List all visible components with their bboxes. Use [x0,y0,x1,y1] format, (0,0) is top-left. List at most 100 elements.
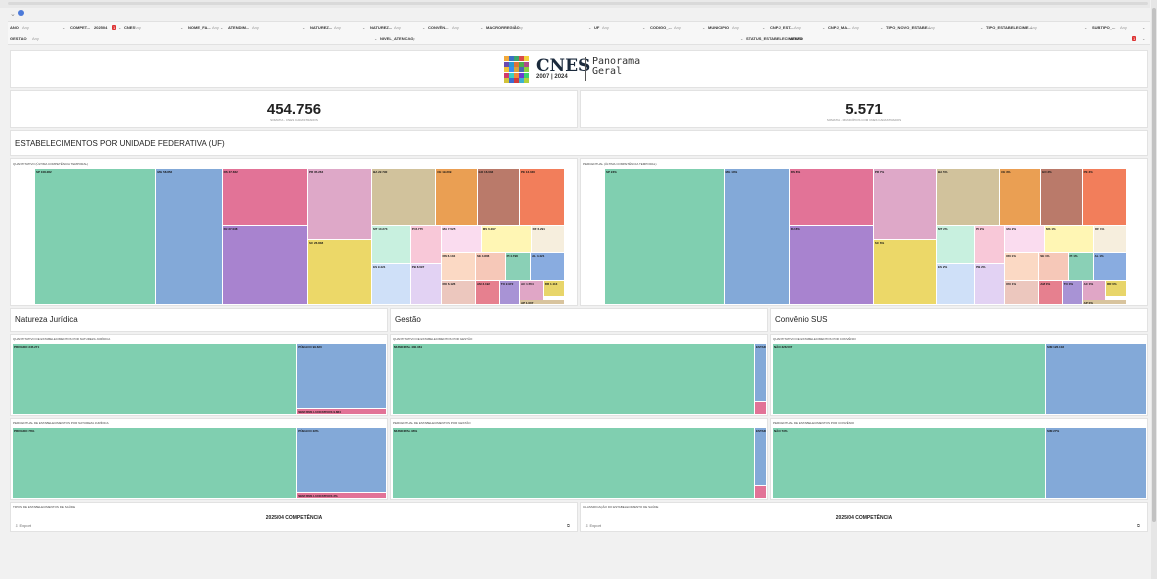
chevron-down-icon[interactable]: ⌄ [62,25,65,30]
chevron-down-icon[interactable]: ⌄ [362,25,365,30]
filter-value[interactable]: Any [928,25,935,30]
treemap-tile[interactable]: RO 1% [1005,280,1040,305]
chevron-down-icon[interactable]: ⌄ [1142,36,1145,41]
expand-icon[interactable]: ⧉ [567,523,570,528]
filter-value[interactable]: Any [732,25,739,30]
chevron-down-icon[interactable]: ⌄ [220,25,223,30]
treemap-tile[interactable]: SE 1% [1039,253,1069,281]
filter-value[interactable]: Any [32,36,39,41]
collapse-chevron-icon[interactable]: ⌄ [10,10,16,18]
treemap-tile[interactable]: AL 4.421 [531,253,565,281]
treemap-tile[interactable]: CE 3% [1000,169,1041,227]
chevron-down-icon[interactable]: ⌄ [740,36,743,41]
filter-value[interactable]: Any [334,25,341,30]
treemap-tile[interactable]: TO 2.972 [499,280,520,305]
filter-value[interactable]: Any [1030,25,1037,30]
treemap-tile[interactable]: BA 22.790 [372,169,437,227]
treemap-tile[interactable]: PRIVADO 76% [13,428,298,499]
treemap-tile[interactable]: TO 0% [1062,280,1083,305]
filter-value[interactable]: Any [674,25,681,30]
treemap-tile[interactable]: SC 26.838 [307,239,373,305]
treemap-tile[interactable] [755,402,767,415]
chevron-down-icon[interactable]: ⌄ [702,25,705,30]
filter-value[interactable]: Any [22,25,29,30]
treemap-tile[interactable]: SEM FINS LUCRATIVOS 2% [297,493,387,499]
treemap-tile[interactable]: MT 10.273 [372,226,411,265]
treemap-tile[interactable]: AM 0% [1039,280,1063,305]
export-label[interactable]: Export [19,523,31,528]
treemap-tile[interactable]: PÚBLICO 99.620 [297,344,387,410]
treemap-tile[interactable]: SE 4.806 [475,253,506,281]
chevron-down-icon[interactable]: ⌄ [980,25,983,30]
treemap-tile[interactable]: AL 1% [1093,253,1127,281]
treemap-tile[interactable]: AP 0% [1082,299,1127,305]
treemap-tile[interactable]: RS 37.662 [222,169,308,227]
treemap-tile[interactable]: GO 16.033 [477,169,520,227]
treemap-tile[interactable]: CE 19.209 [436,169,478,227]
treemap-tile[interactable]: PB 2% [975,264,1006,305]
treemap-tile[interactable]: DF 1% [1094,226,1127,254]
treemap-tile[interactable]: SC 6% [873,239,937,305]
treemap-tile[interactable]: SIM 126.103 [1046,344,1147,415]
filter-value[interactable]: Any [852,25,859,30]
treemap-tile[interactable]: MS 1% [1045,226,1095,254]
chevron-down-icon[interactable]: ⌄ [1142,25,1145,30]
treemap-tile[interactable]: SP 23% [605,169,725,305]
chevron-down-icon[interactable]: ⌄ [588,25,591,30]
filter-value[interactable]: Any [516,25,523,30]
treemap-tile[interactable]: ESTAD. 7.398 [755,344,767,403]
treemap-tile[interactable]: MS 6.297 [481,226,532,254]
export-icon[interactable]: ⇩ Export [15,523,31,528]
treemap-tile[interactable]: PR 7% [873,169,937,240]
treemap-tile[interactable]: ESTAD. 2% [755,428,767,487]
treemap-tile[interactable]: PI 8.775 [410,226,442,265]
filter-value[interactable]: Any [452,25,459,30]
chevron-down-icon[interactable]: ⌄ [302,25,305,30]
treemap-tile[interactable]: NÃO 73% [773,428,1047,499]
filter-value[interactable]: Any [252,25,259,30]
treemap-tile[interactable]: PE 13.046 [519,169,565,227]
treemap-tile[interactable]: PÚBLICO 22% [297,428,387,494]
treemap-tile[interactable]: PE 3% [1082,169,1127,227]
export-icon[interactable]: ⇩ Export [585,523,601,528]
filter-value[interactable]: Any [394,25,401,30]
filter-value[interactable]: Any [794,25,801,30]
treemap-tile[interactable]: MA 7.525 [441,226,482,254]
treemap-tile[interactable]: MG 13% [724,169,790,305]
treemap-tile[interactable]: RN 6.104 [441,253,476,281]
treemap-tile[interactable]: DF 6.291 [531,226,565,254]
chevron-down-icon[interactable]: ⌄ [642,25,645,30]
export-label[interactable]: Export [589,523,601,528]
treemap-tile[interactable]: AP 1.007 [519,299,565,305]
chevron-down-icon[interactable]: ⌄ [480,25,483,30]
filter-value[interactable]: Any [408,36,415,41]
filter-value[interactable]: Any [134,25,141,30]
treemap-tile[interactable]: MG 58.852 [156,169,223,305]
filter-value[interactable]: 202504 [94,25,107,30]
treemap-tile[interactable]: AM 3.192 [475,280,500,305]
treemap-tile[interactable]: NÃO 328.507 [773,344,1047,415]
chevron-down-icon[interactable]: ⌄ [422,25,425,30]
treemap-tile[interactable]: SIM 27% [1046,428,1147,499]
treemap-tile[interactable]: MUNICIPAL 96% [393,428,756,499]
chevron-down-icon[interactable]: ⌄ [880,25,883,30]
treemap-tile[interactable]: RJ 8% [789,226,874,305]
treemap-tile[interactable]: MUNICIPAL 430.361 [393,344,756,415]
treemap-tile[interactable]: ES 2% [936,264,976,305]
treemap-tile[interactable]: MA 2% [1005,226,1046,254]
treemap-tile[interactable]: RO 6.126 [441,280,476,305]
treemap-tile[interactable]: SP 108.282 [35,169,157,305]
treemap-tile[interactable]: PRIVADO 345.271 [13,344,298,415]
treemap-tile[interactable]: RS 8% [789,169,874,227]
treemap-tile[interactable]: PI 1% [1068,253,1094,281]
vertical-scrollbar[interactable] [1151,0,1157,579]
scrollbar-thumb[interactable] [1152,8,1156,522]
chevron-down-icon[interactable]: ⌄ [180,25,183,30]
treemap-tile[interactable]: MT 2% [936,226,976,265]
treemap-tile[interactable]: BA 5% [936,169,1001,227]
treemap-tile[interactable]: RR 0% [1106,280,1127,297]
filter-value[interactable]: ATIVO [790,36,802,41]
chevron-down-icon[interactable]: ⌄ [374,36,377,41]
treemap-tile[interactable]: RR 1.113 [543,280,565,297]
expand-icon[interactable]: ⧉ [1137,523,1140,528]
